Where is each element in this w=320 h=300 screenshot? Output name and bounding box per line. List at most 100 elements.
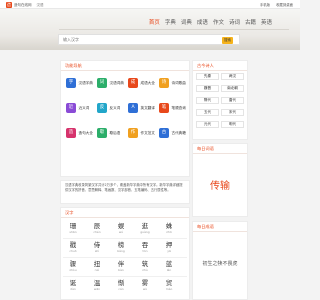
tool-essay[interactable]: 作作文范文 bbox=[128, 128, 155, 138]
char-cell[interactable]: 温 wēn bbox=[88, 279, 106, 291]
daily-idiom-panel: 每日成语 初生之犊不畏虎 bbox=[192, 221, 248, 300]
char-glyph: 辰 bbox=[93, 222, 101, 230]
char-cell[interactable]: 吞 tūn bbox=[136, 241, 154, 253]
dictionary-icon: 字 bbox=[66, 78, 76, 88]
mobile-link[interactable]: 手机版 bbox=[260, 2, 270, 7]
char-cell[interactable]: 榜 bǎng bbox=[112, 241, 130, 253]
idiom-icon: 成 bbox=[128, 78, 138, 88]
poet-era-button[interactable]: 魏晋 bbox=[196, 85, 219, 92]
char-pinyin: wú bbox=[118, 230, 124, 234]
char-glyph: 惭 bbox=[117, 279, 125, 287]
nav-item-shici[interactable]: 诗词 bbox=[229, 18, 240, 26]
char-cell[interactable]: 筑 zhù bbox=[136, 260, 154, 272]
daily-word[interactable]: 传输 bbox=[193, 177, 247, 192]
daily-idiom[interactable]: 初生之犊不畏虎 bbox=[193, 260, 247, 267]
char-cell[interactable]: 骤 zhòu bbox=[64, 260, 82, 272]
tool-translate[interactable]: A 英文翻译 bbox=[128, 103, 155, 113]
nav-item-guji[interactable]: 古籍 bbox=[245, 18, 256, 26]
search-button[interactable]: 搜索 bbox=[222, 36, 233, 44]
search-input[interactable] bbox=[59, 35, 199, 44]
char-cell[interactable]: 扭 niǔ bbox=[88, 260, 106, 272]
poet-era-button[interactable]: 明代 bbox=[221, 121, 244, 128]
char-pinyin: tūn bbox=[142, 249, 148, 253]
nav-divider bbox=[59, 29, 289, 30]
char-pinyin: zhū bbox=[166, 230, 172, 234]
char-cell[interactable]: 诞 dàn bbox=[64, 279, 82, 291]
char-cell[interactable]: 伴 bàn bbox=[112, 260, 130, 272]
char-glyph: 筑 bbox=[141, 260, 149, 268]
poet-era-button[interactable]: 五代 bbox=[196, 109, 219, 116]
nav-item-yingyu[interactable]: 英语 bbox=[261, 18, 272, 26]
synonym-icon: 近 bbox=[66, 103, 76, 113]
nav-item-zuowen[interactable]: 作文 bbox=[213, 18, 224, 26]
tool-synonym[interactable]: 近近义词 bbox=[66, 103, 89, 113]
tool-classics[interactable]: 古古代典籍 bbox=[159, 128, 186, 138]
nav-item-home[interactable]: 首页 bbox=[149, 18, 160, 26]
nav-item-cidian[interactable]: 词典 bbox=[181, 18, 192, 26]
tool-label: 成语大全 bbox=[140, 80, 155, 85]
bookmark-link[interactable]: 收藏到桌面 bbox=[276, 2, 293, 7]
tool-label: 造句大全 bbox=[78, 130, 93, 135]
char-glyph: 雾 bbox=[141, 279, 149, 287]
char-cell[interactable]: 惭 cán bbox=[112, 279, 130, 291]
tool-sentence[interactable]: 造造句大全 bbox=[66, 128, 93, 138]
char-pinyin: lán bbox=[166, 268, 172, 272]
char-glyph: 逛 bbox=[141, 222, 149, 230]
poet-era-button[interactable]: 南北朝 bbox=[221, 85, 244, 92]
search-bar: 搜索 bbox=[58, 34, 240, 45]
char-cell[interactable]: 雾 wù bbox=[136, 279, 154, 291]
poet-era-button[interactable]: 元代 bbox=[196, 121, 219, 128]
char-cell[interactable]: 蓝 lán bbox=[160, 260, 178, 272]
nav-item-chengyu[interactable]: 成语 bbox=[197, 18, 208, 26]
panel-divider bbox=[61, 217, 189, 218]
char-glyph: 珊 bbox=[69, 222, 77, 230]
daily-word-panel: 每日词语 传输 bbox=[192, 143, 248, 217]
sentence-icon: 造 bbox=[66, 128, 76, 138]
top-bar: 造 造句在线网 汉语 手机版 收藏到桌面 bbox=[0, 0, 300, 9]
char-pinyin: bǎng bbox=[117, 249, 125, 253]
char-cell[interactable]: 珊 shān bbox=[64, 222, 82, 234]
char-cell[interactable]: 戳 chuō bbox=[64, 241, 82, 253]
char-glyph: 戳 bbox=[69, 241, 77, 249]
tool-allegorical[interactable]: 歇歇后语 bbox=[97, 128, 120, 138]
char-pinyin: dàn bbox=[70, 287, 76, 291]
tool-idiom[interactable]: 成成语大全 bbox=[128, 78, 155, 88]
poet-era-button[interactable]: 隋代 bbox=[196, 97, 219, 104]
tool-poetry[interactable]: 诗诗词歌曲 bbox=[159, 78, 186, 88]
nav-item-zidian[interactable]: 字典 bbox=[165, 18, 176, 26]
char-cell[interactable]: 辰 chén bbox=[88, 222, 106, 234]
char-cell[interactable]: 逛 guàng bbox=[136, 222, 154, 234]
char-cell[interactable]: 贸 mào bbox=[160, 279, 178, 291]
poet-era-button[interactable]: 唐代 bbox=[221, 97, 244, 104]
poet-era-button[interactable]: 两汉 bbox=[221, 73, 244, 80]
tool-dictionary[interactable]: 字汉语字典 bbox=[66, 78, 93, 88]
site-sub: 汉语 bbox=[36, 2, 44, 7]
panel-divider bbox=[193, 70, 247, 71]
char-pinyin: wēn bbox=[93, 287, 101, 291]
tool-stroke-order[interactable]: 笔笔顺查询 bbox=[159, 103, 186, 113]
tool-label: 诗词歌曲 bbox=[171, 80, 186, 85]
char-cell[interactable]: 蜈 wú bbox=[112, 222, 130, 234]
antonym-icon: 反 bbox=[97, 103, 107, 113]
translate-icon: A bbox=[128, 103, 138, 113]
char-glyph: 蓝 bbox=[165, 260, 173, 268]
panel-divider bbox=[61, 70, 189, 71]
tools-title: 功能导航 bbox=[65, 63, 82, 68]
char-cell[interactable]: 押 yā bbox=[160, 241, 178, 253]
row-divider bbox=[63, 238, 187, 239]
panel-divider bbox=[193, 231, 247, 232]
poet-era-button[interactable]: 先秦 bbox=[196, 73, 219, 80]
daily-idiom-title: 每日成语 bbox=[197, 224, 214, 229]
site-logo[interactable]: 造 造句在线网 汉语 bbox=[6, 2, 44, 8]
char-cell[interactable]: 蛛 zhū bbox=[160, 222, 178, 234]
tool-antonym[interactable]: 反反义词 bbox=[97, 103, 120, 113]
char-glyph: 扭 bbox=[93, 260, 101, 268]
poet-era-button[interactable]: 宋代 bbox=[221, 109, 244, 116]
char-pinyin: shān bbox=[69, 230, 77, 234]
char-glyph: 蜈 bbox=[117, 222, 125, 230]
tool-word-dictionary[interactable]: 词汉语词典 bbox=[97, 78, 124, 88]
char-glyph: 蛛 bbox=[165, 222, 173, 230]
char-pinyin: yā bbox=[167, 249, 171, 253]
essay-icon: 作 bbox=[128, 128, 138, 138]
char-cell[interactable]: 侍 shì bbox=[88, 241, 106, 253]
